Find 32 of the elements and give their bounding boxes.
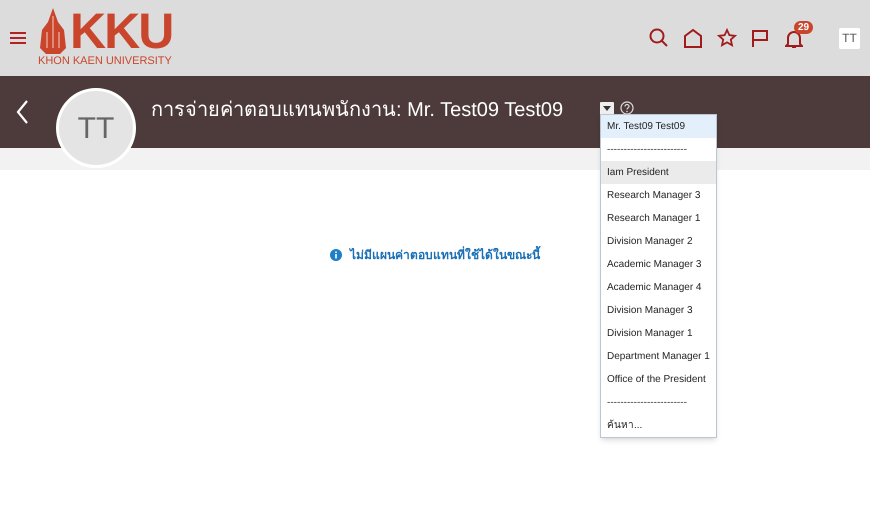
logo-subtitle: KHON KAEN UNIVERSITY [38,54,172,68]
menu-item[interactable]: Research Manager 3 [601,184,716,207]
notification-badge: 29 [794,21,814,34]
menu-item[interactable]: Division Manager 3 [601,299,716,322]
search-icon[interactable] [649,28,669,48]
menu-item[interactable]: Iam President [601,161,716,184]
help-icon[interactable] [620,101,634,115]
menu-item[interactable]: Office of the President [601,368,716,391]
menu-item[interactable]: Mr. Test09 Test09 [601,115,716,138]
menu-icon[interactable] [10,32,26,44]
user-avatar[interactable]: TT [839,28,860,48]
logo-text: KKU [70,8,172,54]
menu-item[interactable]: Division Manager 2 [601,230,716,253]
page-title: การจ่ายค่าตอบแทนพนักงาน: Mr. Test09 Test09 [151,98,564,123]
menu-item[interactable]: Department Manager 1 [601,345,716,368]
menu-item[interactable]: Research Manager 1 [601,207,716,230]
temple-icon [38,8,68,54]
dropdown-toggle[interactable] [600,102,614,115]
caret-icon [603,106,611,111]
menu-separator: ------------------------ [601,391,716,414]
menu-separator: ------------------------ [601,138,716,161]
star-icon[interactable] [717,28,737,48]
info-icon [330,249,342,261]
bell-icon[interactable] [785,29,803,49]
menu-item[interactable]: Academic Manager 3 [601,253,716,276]
menu-item[interactable]: Academic Manager 4 [601,276,716,299]
info-message: ไม่มีแผนค่าตอบแทนที่ใช้ได้ในขณะนี้ [350,246,540,264]
back-icon[interactable] [16,100,28,124]
home-icon[interactable] [683,28,703,48]
flag-icon[interactable] [751,28,769,48]
menu-item[interactable]: ค้นหา... [601,414,716,437]
menu-item[interactable]: Division Manager 1 [601,322,716,345]
